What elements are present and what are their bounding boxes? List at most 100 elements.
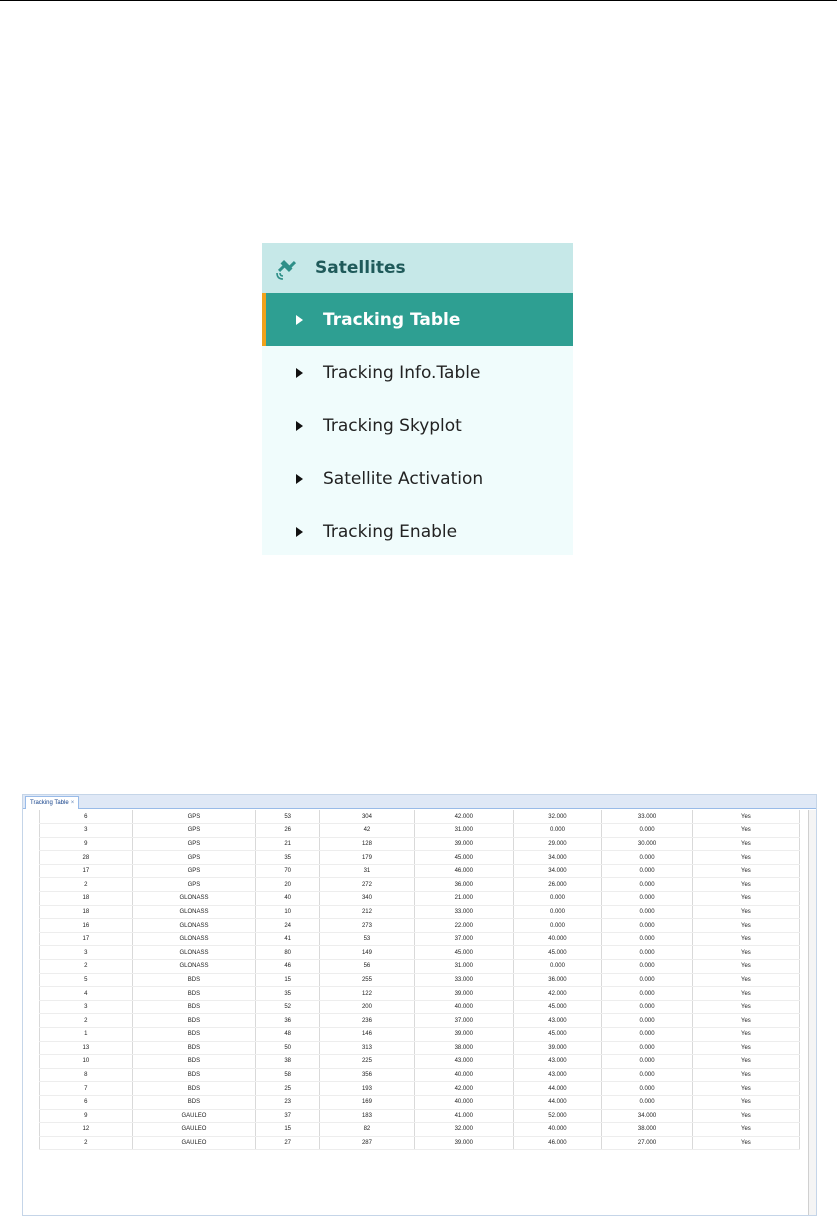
menu-item-tracking-info-table[interactable]: Tracking Info.Table (262, 346, 573, 399)
table-row[interactable]: 18 GLONASS 40 340 21.000 0.000 0.000 Yes (39, 891, 801, 906)
table-row[interactable]: 17 GPS 70 31 46.000 34.000 0.000 Yes (39, 864, 801, 879)
table-cell: 42.000 (513, 986, 603, 1001)
table-row[interactable]: 6 GPS 53 304 42.000 32.000 33.000 Yes (39, 810, 801, 825)
table-cell: 0.000 (601, 1000, 693, 1015)
caret-right-icon (296, 420, 303, 431)
table-cell: 80 (255, 945, 321, 961)
table-cell: 38.000 (601, 1122, 693, 1137)
close-icon[interactable]: × (71, 800, 75, 806)
table-cell: 82 (319, 1122, 415, 1137)
table-cell: 26 (255, 823, 321, 838)
table-cell: 183 (319, 1109, 415, 1124)
table-cell: 122 (319, 986, 415, 1001)
table-row[interactable]: 7 BDS 25 193 42.000 44.000 0.000 Yes (39, 1081, 801, 1096)
table-cell: 56 (319, 959, 415, 974)
table-row[interactable]: 3 GPS 26 42 31.000 0.000 0.000 Yes (39, 823, 801, 838)
table-cell: 35 (255, 986, 321, 1001)
table-cell: 0.000 (601, 864, 693, 879)
table-row[interactable]: 28 GPS 35 179 45.000 34.000 0.000 Yes (39, 850, 801, 865)
table-cell: 45.000 (414, 850, 514, 865)
table-cell: Yes (692, 1013, 801, 1028)
table-cell: Yes (692, 837, 801, 852)
table-row[interactable]: 2 GPS 20 272 36.000 26.000 0.000 Yes (39, 877, 801, 893)
table-row[interactable]: 9 GPS 21 128 39.000 29.000 30.000 Yes (39, 837, 801, 852)
table-row[interactable]: 4 BDS 35 122 39.000 42.000 0.000 Yes (39, 986, 801, 1001)
table-cell: GLONASS (132, 945, 257, 961)
table-cell: 58 (255, 1068, 321, 1083)
table-row[interactable]: 16 GLONASS 24 273 22.000 0.000 0.000 Yes (39, 918, 801, 933)
table-row[interactable]: 3 BDS 52 200 40.000 45.000 0.000 Yes (39, 1000, 801, 1015)
table-row[interactable]: 3 GLONASS 80 149 45.000 45.000 0.000 Yes (39, 945, 801, 961)
menu-item-satellite-activation[interactable]: Satellite Activation (262, 452, 573, 505)
table-cell: 45.000 (513, 945, 603, 961)
table-cell: 46 (255, 959, 321, 974)
table-cell: 31 (319, 864, 415, 879)
table-cell: Yes (692, 905, 801, 920)
menu-item-tracking-enable[interactable]: Tracking Enable (262, 505, 573, 558)
table-row[interactable]: 2 GAULEO 27 287 39.000 46.000 27.000 Yes (39, 1136, 801, 1151)
table-cell: 39.000 (414, 1136, 514, 1151)
table-cell: GLONASS (132, 932, 257, 947)
table-row[interactable]: 12 GAULEO 15 82 32.000 40.000 38.000 Yes (39, 1122, 801, 1137)
table-cell: 3 (39, 823, 133, 838)
table-cell: GLONASS (132, 905, 257, 920)
vertical-scrollbar[interactable] (808, 810, 816, 1215)
table-cell: 36.000 (414, 877, 514, 893)
table-cell: 33.000 (601, 810, 693, 825)
table-cell: 33.000 (414, 973, 514, 988)
table-row[interactable]: 17 GLONASS 41 53 37.000 40.000 0.000 Yes (39, 932, 801, 947)
table-row[interactable]: 9 GAULEO 37 183 41.000 52.000 34.000 Yes (39, 1109, 801, 1124)
table-row[interactable]: 2 GLONASS 46 56 31.000 0.000 0.000 Yes (39, 959, 801, 974)
tab-tracking-table[interactable]: Tracking Table × (25, 796, 80, 809)
table-cell: 39.000 (414, 837, 514, 852)
table-cell: 37.000 (414, 932, 514, 947)
table-cell: 52 (255, 1000, 321, 1015)
table-cell: GLONASS (132, 918, 257, 933)
table-cell: 356 (319, 1068, 415, 1083)
table-cell: Yes (692, 1081, 801, 1096)
menu-header-satellites[interactable]: Satellites (262, 243, 573, 293)
table-cell: 18 (39, 891, 133, 906)
table-cell: Yes (692, 850, 801, 865)
table-cell: 236 (319, 1013, 415, 1028)
table-cell: 0.000 (601, 823, 693, 838)
table-cell: BDS (132, 1013, 257, 1028)
table-cell: 0.000 (601, 877, 693, 893)
table-cell: 0.000 (601, 1068, 693, 1083)
table-cell: 34.000 (513, 864, 603, 879)
table-row[interactable]: 13 BDS 50 313 38.000 39.000 0.000 Yes (39, 1041, 801, 1056)
menu-item-tracking-skyplot[interactable]: Tracking Skyplot (262, 399, 573, 452)
table-row[interactable]: 2 BDS 36 236 37.000 43.000 0.000 Yes (39, 1013, 801, 1028)
table-cell: Yes (692, 973, 801, 988)
table-row[interactable]: 18 GLONASS 10 212 33.000 0.000 0.000 Yes (39, 905, 801, 920)
table-cell: 0.000 (513, 959, 603, 974)
table-cell: 0.000 (601, 1054, 693, 1069)
menu-item-tracking-table[interactable]: Tracking Table (262, 293, 573, 346)
table-cell: 38.000 (414, 1041, 514, 1056)
table-cell: 45.000 (414, 945, 514, 961)
table-cell: 18 (39, 905, 133, 920)
table-cell: Yes (692, 877, 801, 893)
table-cell: 53 (319, 932, 415, 947)
table-cell: 34.000 (601, 1109, 693, 1124)
table-cell: Yes (692, 1068, 801, 1083)
table-row[interactable]: 10 BDS 38 225 43.000 43.000 0.000 Yes (39, 1054, 801, 1069)
table-cell: 33.000 (414, 905, 514, 920)
table-cell: 4 (39, 986, 133, 1001)
table-row[interactable]: 1 BDS 48 146 39.000 45.000 0.000 Yes (39, 1027, 801, 1042)
tracking-table-window: Tracking Table × 6 GPS 53 304 42.000 32.000 33.… (22, 794, 817, 1216)
table-cell: BDS (132, 1068, 257, 1083)
table-row[interactable]: 8 BDS 58 356 40.000 43.000 0.000 Yes (39, 1068, 801, 1083)
table-cell: 21 (255, 837, 321, 852)
table-cell: Yes (692, 823, 801, 838)
table-cell: 0.000 (601, 1013, 693, 1028)
tracking-grid: 6 GPS 53 304 42.000 32.000 33.000 Yes 3 GPS 26 42 31… (39, 810, 801, 1151)
top-rule (0, 0, 837, 1)
table-cell: BDS (132, 1027, 257, 1042)
table-cell: Yes (692, 891, 801, 906)
table-cell: 0.000 (513, 918, 603, 933)
table-row[interactable]: 5 BDS 15 255 33.000 36.000 0.000 Yes (39, 973, 801, 988)
table-cell: 15 (255, 973, 321, 988)
table-row[interactable]: 6 BDS 23 169 40.000 44.000 0.000 Yes (39, 1095, 801, 1110)
table-cell: 0.000 (601, 891, 693, 906)
